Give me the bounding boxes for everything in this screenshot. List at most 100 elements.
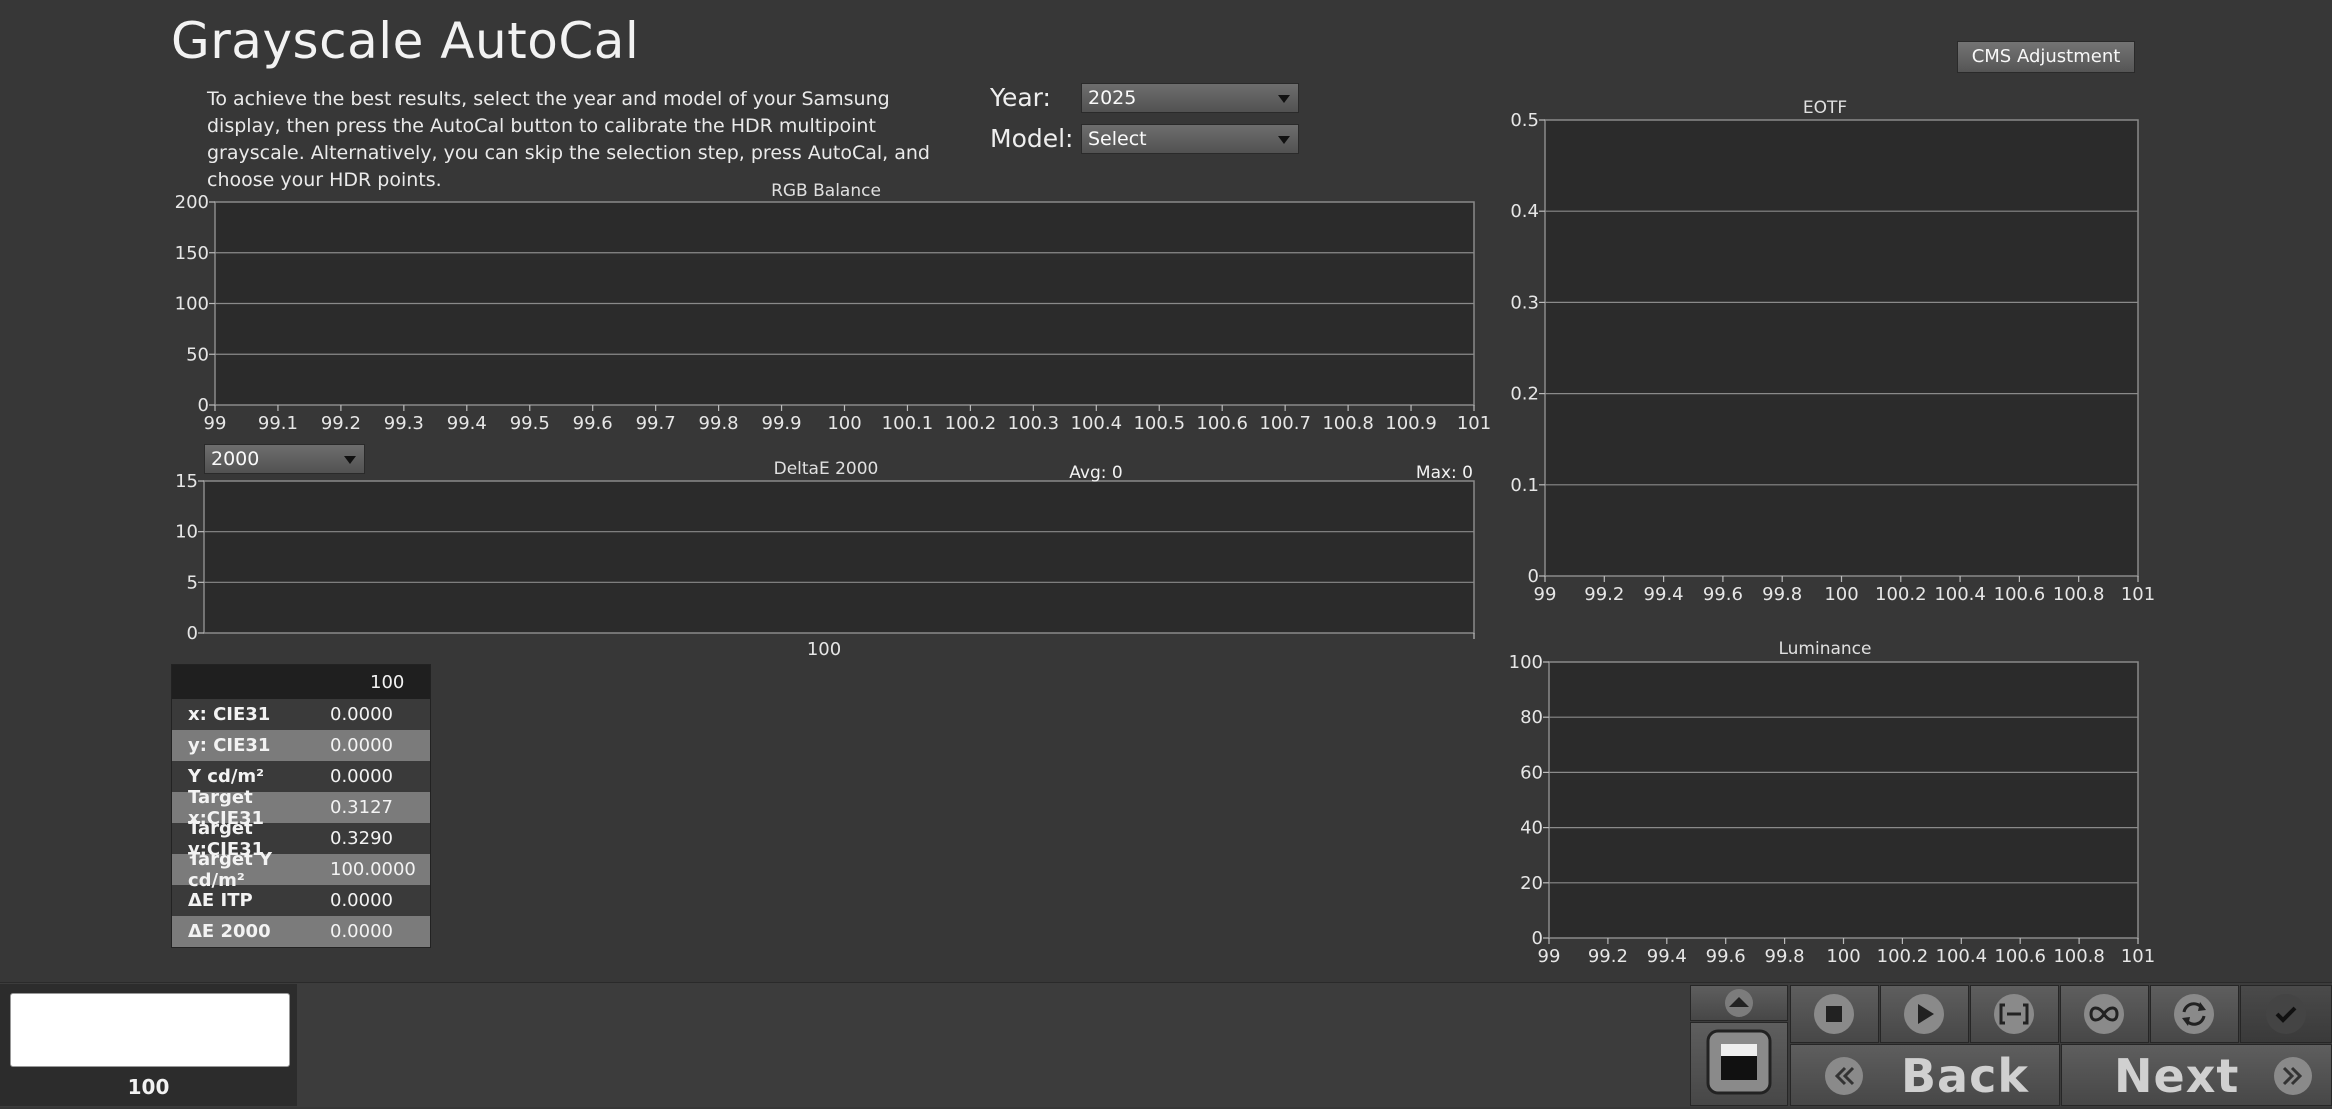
x-tick-label: 99.2: [1584, 584, 1624, 605]
play-button[interactable]: [1880, 985, 1969, 1043]
x-tick-label: 100: [827, 413, 861, 434]
stop-large-button[interactable]: [1690, 1022, 1788, 1106]
y-tick-label: 50: [186, 344, 209, 365]
y-tick-label: 5: [187, 572, 198, 593]
y-tick-label: 0.1: [1510, 475, 1539, 496]
x-tick-label: 100.7: [1259, 413, 1311, 434]
deltae-plot-area: [203, 480, 1475, 634]
table-row: y: CIE31 0.0000: [172, 730, 430, 761]
table-row-value: 0.3127: [330, 797, 393, 818]
x-tick-label: 100.1: [882, 413, 934, 434]
x-tick-label: 99: [204, 413, 227, 434]
x-tick-label: 100.4: [1936, 946, 1988, 967]
x-tick-label: 99: [1538, 946, 1561, 967]
x-tick-label: 101: [2121, 946, 2155, 967]
stop-square-icon: [1814, 994, 1854, 1034]
collapse-up-button[interactable]: [1690, 985, 1788, 1021]
y-tick-label: 0: [198, 395, 209, 416]
deltae-avg-text: Avg: 0: [1069, 463, 1122, 483]
x-tick-label: 99.8: [699, 413, 739, 434]
range-button[interactable]: [1970, 985, 2059, 1043]
eotf-chart: EOTF 99 99.2 99.4 99.6 99.8 100 100.2 100.4 100.…: [1510, 98, 2155, 605]
deltae-title: DeltaE 2000: [774, 459, 879, 479]
y-tick-label: 0.4: [1510, 201, 1539, 222]
next-button[interactable]: Next: [2061, 1044, 2332, 1106]
x-tick-label: 100.3: [1008, 413, 1060, 434]
rgb-balance-chart: RGB Balance 99 99.1 99.2 99.3 99.4 99.5 99.6 99…: [175, 181, 1492, 434]
table-row-label: x: CIE31: [188, 704, 271, 725]
table-row-value: 0.0000: [330, 704, 393, 725]
y-tick-label: 0.2: [1510, 384, 1539, 405]
back-button[interactable]: Back: [1790, 1044, 2060, 1106]
x-tick-label: 100: [1824, 584, 1858, 605]
x-tick-label: 101: [1457, 413, 1491, 434]
x-tick-label: 100.5: [1133, 413, 1185, 434]
x-tick-label: 99.2: [1588, 946, 1628, 967]
table-row-value: 0.0000: [330, 766, 393, 787]
x-tick-label: 100.8: [2053, 946, 2105, 967]
deltae-chart: DeltaE 2000 Avg: 0 Max: 0 100 0 5 10 15: [175, 459, 1475, 660]
stop-icon: [1706, 1029, 1772, 1095]
y-tick-label: 15: [175, 471, 198, 492]
y-tick-label: 0.5: [1510, 110, 1539, 131]
eotf-plot-area: [1544, 119, 2139, 577]
table-row-value: 0.3290: [330, 828, 393, 849]
table-row-label: ΔE ITP: [188, 890, 253, 911]
next-label: Next: [2114, 1049, 2240, 1103]
refresh-button[interactable]: [2150, 985, 2239, 1043]
luminance-chart: Luminance 99 99.2 99.4 99.6 99.8 100 100.2 100.…: [1509, 639, 2156, 967]
luminance-plot-area: [1548, 661, 2139, 939]
x-tick-label: 99.4: [1644, 584, 1684, 605]
y-tick-label: 100: [1509, 652, 1543, 673]
eotf-title: EOTF: [1803, 98, 1847, 118]
x-tick-label: 99.1: [258, 413, 298, 434]
x-tick-label: 99.5: [510, 413, 550, 434]
x-tick-label: 100.4: [1934, 584, 1986, 605]
x-category-label: 100: [807, 639, 841, 660]
x-tick-label: 99.9: [762, 413, 802, 434]
x-tick-label: 99.4: [447, 413, 487, 434]
double-chevron-right-icon: [2274, 1057, 2312, 1095]
table-row-label: y: CIE31: [188, 735, 271, 756]
confirm-button[interactable]: [2240, 985, 2332, 1043]
table-row: x: CIE31 0.0000: [172, 699, 430, 730]
y-tick-label: 80: [1520, 707, 1543, 728]
measurement-table: 100 x: CIE31 0.0000 y: CIE31 0.0000 Y cd/m² 0…: [171, 664, 431, 948]
table-header-row: 100: [172, 665, 430, 699]
table-row: Target Y cd/m² 100.0000: [172, 849, 430, 891]
y-tick-label: 150: [175, 243, 209, 264]
play-icon: [1904, 994, 1944, 1034]
table-row-value: 0.0000: [330, 735, 393, 756]
table-row-value: 0.0000: [330, 921, 393, 942]
x-tick-label: 100.6: [1196, 413, 1248, 434]
x-tick-label: 100.4: [1071, 413, 1123, 434]
y-tick-label: 0: [1528, 566, 1539, 587]
x-tick-label: 99.8: [1765, 946, 1805, 967]
x-tick-label: 100.9: [1385, 413, 1437, 434]
x-tick-label: 100.6: [1994, 584, 2046, 605]
x-tick-label: 100.2: [1875, 584, 1927, 605]
table-row-value: 0.0000: [330, 890, 393, 911]
x-tick-label: 101: [2121, 584, 2155, 605]
refresh-icon: [2174, 994, 2214, 1034]
y-tick-label: 40: [1520, 818, 1543, 839]
x-tick-label: 100.6: [1994, 946, 2046, 967]
table-row-label: Y cd/m²: [188, 766, 265, 787]
table-row: ΔE 2000 0.0000: [172, 916, 430, 947]
table-row: ΔE ITP 0.0000: [172, 885, 430, 916]
loop-button[interactable]: [2060, 985, 2149, 1043]
x-tick-label: 99.8: [1762, 584, 1802, 605]
table-row-label: ΔE 2000: [188, 921, 271, 942]
table-row-label: Target Y cd/m²: [188, 848, 272, 891]
checkmark-icon: [2266, 994, 2306, 1034]
y-tick-label: 200: [175, 192, 209, 213]
stop-button[interactable]: [1790, 985, 1879, 1043]
swatch-preview: [10, 993, 290, 1067]
x-tick-label: 99.3: [384, 413, 424, 434]
x-tick-label: 100.8: [1322, 413, 1374, 434]
table-row-value: 100.0000: [330, 859, 416, 880]
deltae-max-text: Max: 0: [1416, 463, 1473, 483]
x-tick-label: 100: [1826, 946, 1860, 967]
luminance-title: Luminance: [1778, 639, 1871, 659]
x-tick-label: 99.6: [573, 413, 613, 434]
